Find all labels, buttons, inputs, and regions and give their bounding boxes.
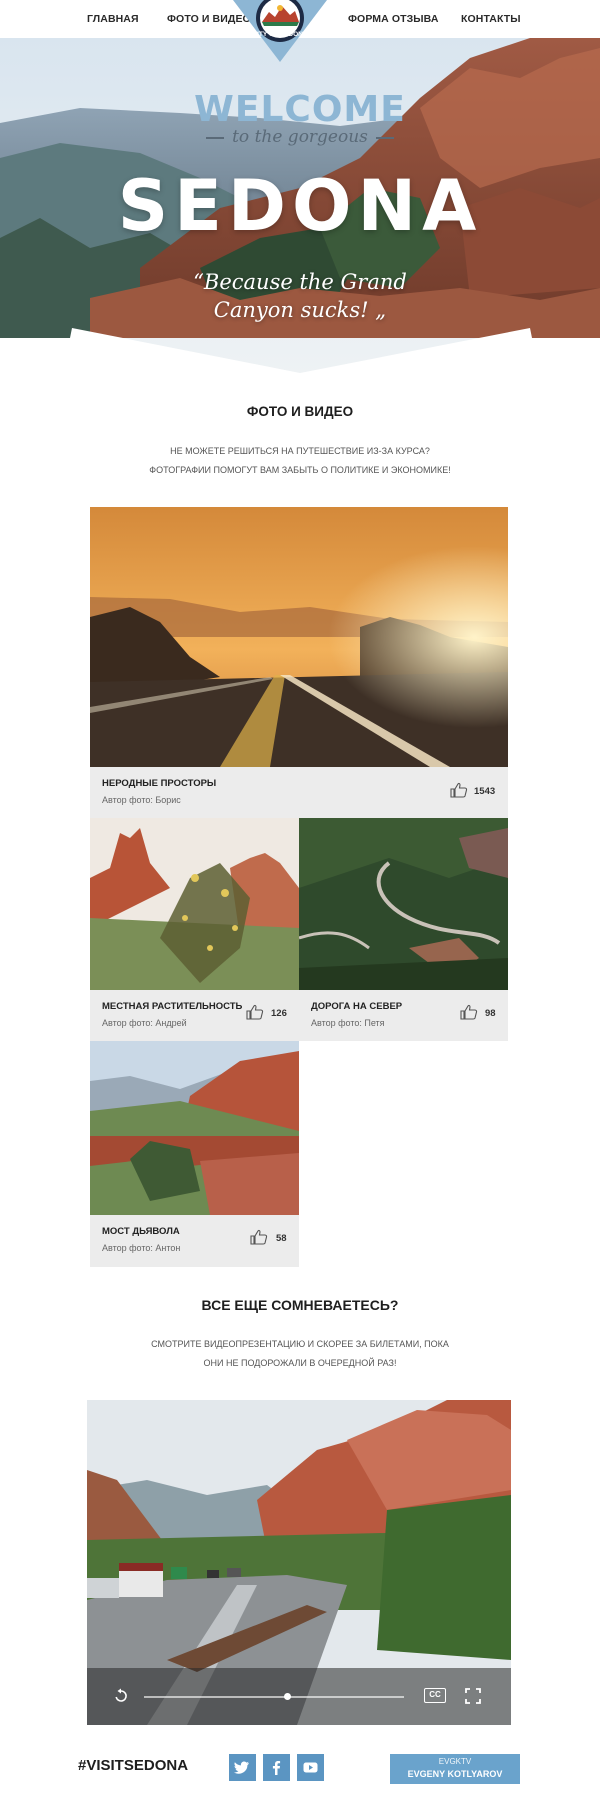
- city-seal-logo[interactable]: CITY OF SEDONA: [233, 0, 327, 62]
- youtube-icon: [303, 1762, 318, 1773]
- photos-subtitle-line1: НЕ МОЖЕТЕ РЕШИТЬСЯ НА ПУТЕШЕСТВИЕ ИЗ-ЗА …: [170, 446, 430, 456]
- video-progress-handle[interactable]: [283, 1693, 291, 1700]
- nav-item-home[interactable]: ГЛАВНАЯ: [87, 13, 139, 25]
- hero-quote-line1: “Because the Grand: [193, 270, 407, 294]
- like-count: 126: [271, 1008, 287, 1019]
- video-subtitle-line2: ОНИ НЕ ПОДОРОЖАЛИ В ОЧЕРЕДНОЙ РАЗ!: [203, 1358, 397, 1368]
- logo-text: CITY OF SEDONA: [252, 31, 307, 38]
- thumbs-up-icon[interactable]: [250, 1229, 268, 1245]
- replay-icon[interactable]: [113, 1688, 129, 1704]
- video-section-title: ВСЕ ЕЩЕ СОМНЕВАЕТЕСЬ?: [201, 1297, 399, 1313]
- twitter-button[interactable]: [229, 1754, 256, 1781]
- photo-card-sunset-road[interactable]: НЕРОДНЫЕ ПРОСТОРЫ Автор фото: Борис 1543: [90, 507, 508, 818]
- card-author: Автор фото: Петя: [311, 1018, 385, 1028]
- video-progress-track[interactable]: [144, 1696, 404, 1698]
- facebook-icon: [272, 1761, 281, 1775]
- card-title: НЕРОДНЫЕ ПРОСТОРЫ: [102, 778, 217, 789]
- card-title: ДОРОГА НА СЕВЕР: [311, 1001, 403, 1012]
- photo-card-north-road[interactable]: ДОРОГА НА СЕВЕР Автор фото: Петя 98: [299, 818, 508, 1041]
- card-author: Автор фото: Антон: [102, 1243, 181, 1253]
- credit-handle: EVGKTV: [438, 1757, 472, 1766]
- youtube-button[interactable]: [297, 1754, 324, 1781]
- photo-sunset-road[interactable]: [90, 507, 508, 767]
- photos-section-title: ФОТО И ВИДЕО: [246, 404, 354, 419]
- photo-devils-bridge[interactable]: [90, 1041, 299, 1215]
- thumbs-up-icon[interactable]: [450, 782, 468, 798]
- photo-north-road[interactable]: [299, 818, 508, 990]
- photos-subtitle-line2: ФОТОГРАФИИ ПОМОГУТ ВАМ ЗАБЫТЬ О ПОЛИТИКЕ…: [149, 465, 451, 475]
- nav-item-feedback-form[interactable]: ФОРМА ОТЗЫВА: [348, 13, 439, 25]
- card-author: Автор фото: Борис: [102, 795, 181, 805]
- like-count: 1543: [474, 786, 496, 797]
- like-count: 58: [276, 1233, 287, 1244]
- nav-item-contacts[interactable]: КОНТАКТЫ: [461, 13, 521, 25]
- facebook-button[interactable]: [263, 1754, 290, 1781]
- credit-name: EVGENY KOTLYAROV: [407, 1769, 503, 1779]
- footer-hashtag: #VISITSEDONA: [78, 1757, 189, 1774]
- video-player[interactable]: CC: [87, 1400, 511, 1725]
- photo-vegetation[interactable]: [90, 818, 299, 990]
- photo-card-devils-bridge[interactable]: МОСТ ДЬЯВОЛА Автор фото: Антон 58: [90, 1041, 299, 1267]
- hero-tagline: to the gorgeous: [0, 127, 600, 147]
- author-credit-button[interactable]: EVGKTV EVGENY KOTLYAROV: [390, 1754, 520, 1784]
- video-controls: CC: [87, 1668, 511, 1725]
- card-title: МЕСТНАЯ РАСТИТЕЛЬНОСТЬ: [102, 1001, 243, 1012]
- closed-captions-button[interactable]: CC: [424, 1688, 446, 1703]
- hero-quote-line2: Canyon sucks! „: [213, 298, 387, 322]
- hero-welcome: WELCOME: [194, 89, 406, 130]
- card-title: МОСТ ДЬЯВОЛА: [102, 1226, 180, 1237]
- hero-banner: WELCOME to the gorgeous SEDONA “Because …: [0, 38, 600, 378]
- photo-card-vegetation[interactable]: МЕСТНАЯ РАСТИТЕЛЬНОСТЬ Автор фото: Андре…: [90, 818, 299, 1041]
- card-author: Автор фото: Андрей: [102, 1018, 187, 1028]
- video-subtitle-line1: СМОТРИТЕ ВИДЕОПРЕЗЕНТАЦИЮ И СКОРЕЕ ЗА БИ…: [151, 1339, 449, 1349]
- thumbs-up-icon[interactable]: [460, 1004, 478, 1020]
- twitter-icon: [233, 1761, 249, 1774]
- like-count: 98: [485, 1008, 496, 1019]
- thumbs-up-icon[interactable]: [246, 1004, 264, 1020]
- hero-title: SEDONA: [117, 165, 483, 247]
- fullscreen-icon[interactable]: [465, 1688, 481, 1704]
- hero-quote: “Because the Grand Canyon sucks! „: [0, 268, 600, 324]
